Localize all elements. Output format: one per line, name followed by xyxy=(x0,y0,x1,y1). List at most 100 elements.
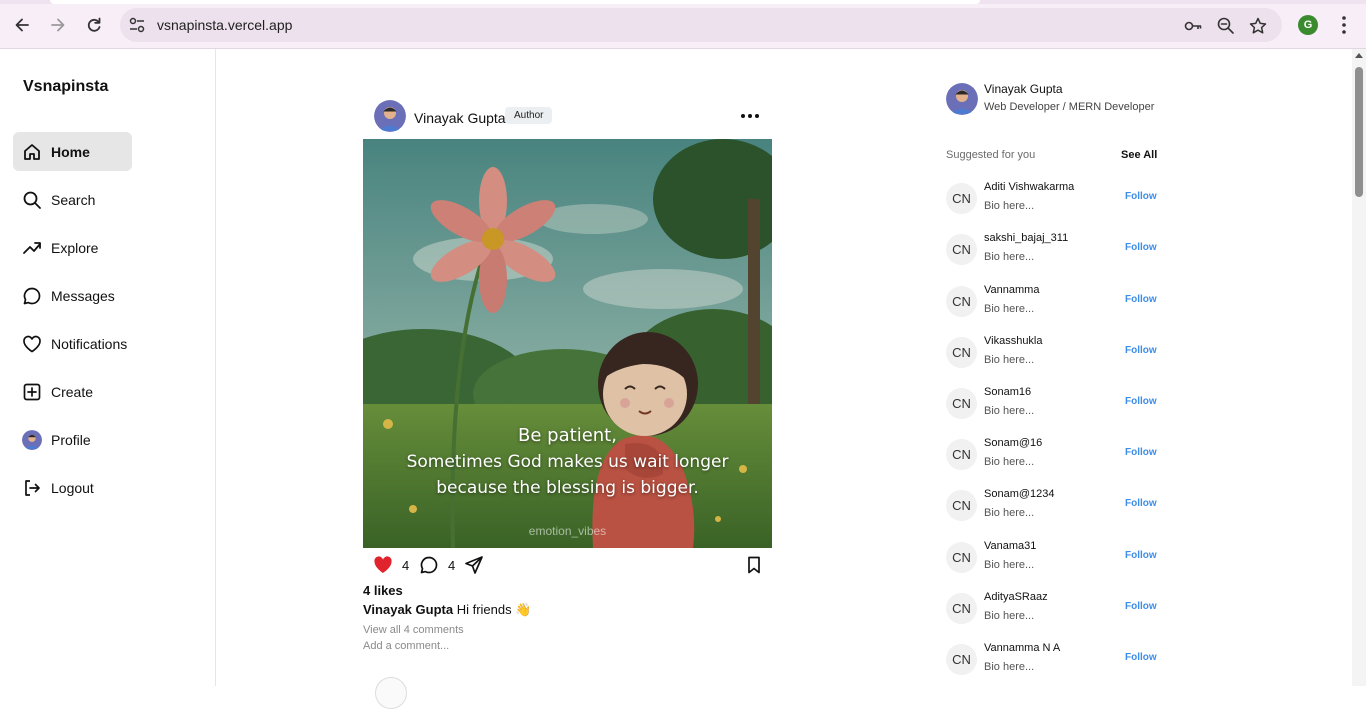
suggestion-item: CN Vanama31 Bio here... Follow xyxy=(946,540,1158,580)
view-all-comments-link[interactable]: View all 4 comments xyxy=(363,624,464,636)
avatar[interactable]: CN xyxy=(946,644,977,675)
suggestion-item: CN Aditi Vishwakarma Bio here... Follow xyxy=(946,181,1158,221)
sidebar-item-profile[interactable]: Profile xyxy=(13,420,132,459)
brand-logo-text[interactable]: Vsnapinsta xyxy=(23,78,108,96)
avatar[interactable]: CN xyxy=(946,439,977,470)
add-comment-input[interactable]: Add a comment... xyxy=(363,640,449,652)
reload-button[interactable] xyxy=(82,13,106,37)
follow-button[interactable]: Follow xyxy=(1125,191,1157,202)
plus-square-icon xyxy=(22,382,42,402)
comment-icon[interactable] xyxy=(419,555,439,575)
follow-button[interactable]: Follow xyxy=(1125,345,1157,356)
suggestion-name[interactable]: Vikasshukla xyxy=(984,335,1043,347)
active-tab-edge xyxy=(50,0,980,4)
forward-arrow-icon xyxy=(51,18,65,32)
suggestion-bio: Bio here... xyxy=(984,354,1035,366)
quote-line: because the blessing is bigger. xyxy=(436,478,699,498)
logout-icon xyxy=(22,478,42,498)
avatar[interactable]: CN xyxy=(946,286,977,317)
page-scrollbar[interactable] xyxy=(1352,49,1366,686)
caption-author[interactable]: Vinayak Gupta xyxy=(363,602,453,617)
suggestion-name[interactable]: AdityaSRaaz xyxy=(984,591,1048,603)
share-send-icon[interactable] xyxy=(464,555,484,575)
sidebar-item-label: Profile xyxy=(51,431,91,448)
follow-button[interactable]: Follow xyxy=(1125,447,1157,458)
quote-line: Be patient, xyxy=(518,425,617,446)
sidebar-item-label: Logout xyxy=(51,479,94,496)
sidebar-item-explore[interactable]: Explore xyxy=(13,228,132,267)
avatar xyxy=(22,429,42,450)
avatar[interactable]: CN xyxy=(946,388,977,419)
suggestion-item: CN Vannamma Bio here... Follow xyxy=(946,284,1158,324)
avatar[interactable]: CN xyxy=(946,490,977,521)
sidebar-item-messages[interactable]: Messages xyxy=(13,276,132,315)
post-author-avatar[interactable] xyxy=(374,100,406,132)
next-post-avatar[interactable] xyxy=(375,677,407,709)
zoom-icon[interactable] xyxy=(1216,16,1236,36)
current-user-bio: Web Developer / MERN Developer xyxy=(984,101,1155,113)
post-author-name[interactable]: Vinayak Gupta xyxy=(414,110,506,126)
browser-profile-avatar[interactable]: G xyxy=(1298,15,1318,35)
suggestion-name[interactable]: Aditi Vishwakarma xyxy=(984,181,1074,193)
right-panel: Vinayak Gupta Web Developer / MERN Devel… xyxy=(946,49,1158,686)
sidebar-item-search[interactable]: Search xyxy=(13,180,132,219)
address-bar[interactable]: vsnapinsta.vercel.app xyxy=(120,8,1282,42)
follow-button[interactable]: Follow xyxy=(1125,498,1157,509)
post-header: Vinayak Gupta Author xyxy=(374,100,773,132)
sidebar-item-create[interactable]: Create xyxy=(13,372,132,411)
more-options-icon[interactable] xyxy=(739,106,761,126)
avatar[interactable]: CN xyxy=(946,542,977,573)
caption-text: Hi friends 👋 xyxy=(456,602,532,617)
see-all-link[interactable]: See All xyxy=(1121,149,1157,161)
comment-count: 4 xyxy=(448,558,456,573)
sidebar-item-notifications[interactable]: Notifications xyxy=(13,324,132,363)
suggestion-bio: Bio here... xyxy=(984,661,1035,673)
site-info-icon[interactable] xyxy=(128,17,146,33)
suggestion-name[interactable]: sakshi_bajaj_311 xyxy=(984,232,1068,244)
suggestion-name[interactable]: Sonam16 xyxy=(984,386,1031,398)
suggestion-bio: Bio here... xyxy=(984,610,1035,622)
image-quote-text: Be patient, Sometimes God makes us wait … xyxy=(363,423,772,501)
suggestion-name[interactable]: Vannamma xyxy=(984,284,1039,296)
sidebar-item-label: Explore xyxy=(51,239,99,256)
current-user-avatar[interactable] xyxy=(946,83,978,115)
quote-line: Sometimes God makes us wait longer xyxy=(406,452,729,472)
post-image[interactable]: Be patient, Sometimes God makes us wait … xyxy=(363,139,772,548)
suggestion-item: CN Sonam@16 Bio here... Follow xyxy=(946,437,1158,477)
avatar[interactable]: CN xyxy=(946,183,977,214)
avatar[interactable]: CN xyxy=(946,234,977,265)
suggestion-item: CN Vannamma N A Bio here... Follow xyxy=(946,642,1158,682)
scroll-up-arrow-icon[interactable] xyxy=(1355,53,1363,58)
liked-heart-icon[interactable] xyxy=(373,555,393,575)
bookmark-star-icon[interactable] xyxy=(1248,16,1268,36)
like-count: 4 xyxy=(402,558,410,573)
suggestion-name[interactable]: Vanama31 xyxy=(984,540,1036,552)
scrollbar-thumb[interactable] xyxy=(1355,67,1363,197)
current-user-name[interactable]: Vinayak Gupta xyxy=(984,82,1063,96)
suggestion-name[interactable]: Sonam@1234 xyxy=(984,488,1055,500)
suggestion-bio: Bio here... xyxy=(984,405,1035,417)
sidebar-item-logout[interactable]: Logout xyxy=(13,468,132,507)
sidebar-item-label: Messages xyxy=(51,287,115,304)
suggestion-name[interactable]: Vannamma N A xyxy=(984,642,1060,654)
suggestion-item: CN Sonam@1234 Bio here... Follow xyxy=(946,488,1158,528)
url-text: vsnapinsta.vercel.app xyxy=(157,17,293,33)
follow-button[interactable]: Follow xyxy=(1125,294,1157,305)
follow-button[interactable]: Follow xyxy=(1125,652,1157,663)
bookmark-icon[interactable] xyxy=(744,555,764,575)
back-button[interactable] xyxy=(10,13,34,37)
follow-button[interactable]: Follow xyxy=(1125,396,1157,407)
suggestion-item: CN AdityaSRaaz Bio here... Follow xyxy=(946,591,1158,631)
sidebar-item-home[interactable]: Home xyxy=(13,132,132,171)
password-key-icon[interactable] xyxy=(1183,16,1203,36)
author-badge: Author xyxy=(505,107,553,124)
suggestion-name[interactable]: Sonam@16 xyxy=(984,437,1042,449)
follow-button[interactable]: Follow xyxy=(1125,601,1157,612)
follow-button[interactable]: Follow xyxy=(1125,550,1157,561)
forward-button[interactable] xyxy=(46,13,70,37)
avatar[interactable]: CN xyxy=(946,337,977,368)
avatar[interactable]: CN xyxy=(946,593,977,624)
follow-button[interactable]: Follow xyxy=(1125,242,1157,253)
browser-menu-icon[interactable] xyxy=(1334,14,1354,36)
reload-icon xyxy=(87,17,101,32)
